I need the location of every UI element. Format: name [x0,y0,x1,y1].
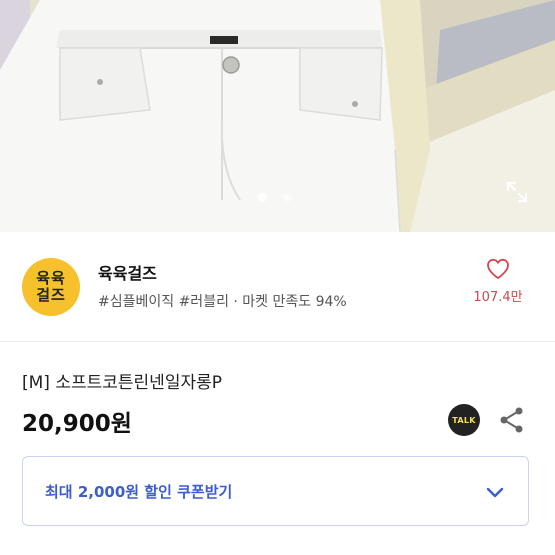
product-price: 20,900원 [22,411,132,437]
like-button[interactable]: 107.4만 [463,258,533,305]
coupon-button[interactable]: 최대 2,000원 할인 쿠폰받기 [22,456,529,526]
shop-logo-text-line2: 걸즈 [36,286,66,304]
shop-logo[interactable]: 육육 걸즈 [22,258,80,316]
share-icon[interactable] [499,406,525,434]
heart-outline-icon [487,258,509,279]
kakao-talk-icon[interactable]: TALK [448,404,480,436]
expand-arrows-icon[interactable] [503,178,531,206]
shop-tags: #심플베이직 #러블리 · 마켓 만족도 94% [98,294,347,310]
shop-logo-text-line1: 육육 [36,269,66,287]
talk-label: TALK [452,415,476,425]
like-count: 107.4만 [473,290,523,305]
chevron-down-icon [486,487,504,498]
coupon-label: 최대 2,000원 할인 쿠폰받기 [45,483,233,501]
carousel-dot-2[interactable] [283,193,292,202]
carousel-dot-1[interactable] [258,193,267,202]
shop-name[interactable]: 육육걸즈 [98,260,157,284]
shop-info-row: 육육 걸즈 육육걸즈 #심플베이직 #러블리 · 마켓 만족도 94% 107.… [0,232,555,342]
carousel-dots [258,193,292,202]
product-image[interactable] [0,0,555,232]
product-title: [M] 소프트코튼린넨일자롱P [22,373,222,393]
